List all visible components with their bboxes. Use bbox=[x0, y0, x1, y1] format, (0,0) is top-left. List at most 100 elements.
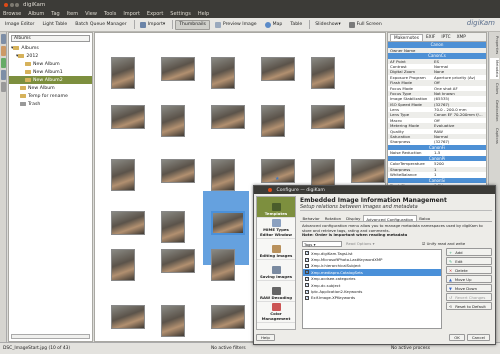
tree-item-new-album-root[interactable]: New Album bbox=[9, 84, 92, 92]
config-page-color[interactable]: Color Management bbox=[257, 302, 295, 323]
tree-item-temp-for-rename[interactable]: Temp for rename bbox=[9, 92, 92, 100]
photo-thumbnail[interactable] bbox=[161, 305, 185, 337]
menu-browse[interactable]: Browse bbox=[3, 11, 21, 17]
photo-thumbnail[interactable] bbox=[261, 57, 295, 81]
reset-default-button[interactable]: ⟲ Reset to Default bbox=[446, 302, 492, 310]
config-page-mime-types[interactable]: MIME Types Editor Window bbox=[257, 218, 295, 239]
image-editor-button[interactable]: Image Editor bbox=[2, 20, 37, 30]
namespace-checkbox[interactable]: ✓ bbox=[305, 270, 309, 275]
photo-thumbnail[interactable] bbox=[211, 159, 235, 191]
tags-tab-icon[interactable] bbox=[1, 46, 6, 56]
menu-view[interactable]: View bbox=[85, 11, 97, 17]
tab-advanced-configuration[interactable]: Advanced Configuration bbox=[362, 215, 417, 222]
menu-tag[interactable]: Tag bbox=[51, 11, 59, 17]
revert-changes-button[interactable]: ↺ Revert Changes bbox=[446, 293, 492, 301]
tab-captions[interactable]: Captions bbox=[490, 126, 499, 146]
config-page-editing[interactable]: Editing Images bbox=[257, 239, 295, 260]
tab-baloo[interactable]: Baloo bbox=[417, 215, 433, 221]
menu-import[interactable]: Import bbox=[123, 11, 140, 17]
photo-thumbnail[interactable] bbox=[211, 305, 245, 329]
photo-thumbnail[interactable] bbox=[211, 249, 235, 281]
photo-thumbnail[interactable] bbox=[161, 57, 195, 81]
menu-help[interactable]: Help bbox=[198, 11, 209, 17]
batch-queue-button[interactable]: Batch Queue Manager bbox=[72, 20, 129, 30]
dialog-close-icon[interactable] bbox=[268, 188, 272, 192]
photo-thumbnail[interactable] bbox=[161, 249, 195, 273]
import-button[interactable]: Import ▾ bbox=[137, 20, 169, 30]
photo-thumbnail[interactable] bbox=[111, 249, 135, 281]
menu-settings[interactable]: Settings bbox=[170, 11, 191, 17]
help-button[interactable]: Help bbox=[256, 333, 275, 341]
tree-item-new-album2[interactable]: New Album2 bbox=[9, 76, 92, 84]
photo-thumbnail[interactable] bbox=[161, 159, 195, 183]
tab-geolocation[interactable]: Geolocation bbox=[490, 98, 499, 123]
photo-thumbnail[interactable] bbox=[211, 105, 245, 129]
album-selector[interactable]: Albums bbox=[11, 35, 90, 42]
namespace-checkbox[interactable]: ✓ bbox=[305, 283, 309, 288]
subtab-xmp[interactable]: XMP bbox=[454, 34, 469, 41]
tree-item-new-album1[interactable]: New Album1 bbox=[9, 68, 92, 76]
map-button[interactable]: Map bbox=[262, 20, 286, 30]
delete-button[interactable]: ✕ Delete bbox=[446, 266, 492, 274]
minimize-window-icon[interactable] bbox=[9, 3, 14, 7]
menu-item[interactable]: Item bbox=[67, 11, 78, 17]
menu-album[interactable]: Album bbox=[28, 11, 44, 17]
metadata-row[interactable]: WhiteBalance 1 bbox=[388, 172, 486, 178]
tree-item-2012[interactable]: ▾ 2012 bbox=[9, 52, 92, 60]
namespace-type-select[interactable]: Tags ▾ bbox=[302, 241, 342, 247]
photo-thumbnail[interactable] bbox=[111, 57, 135, 89]
fullscreen-button[interactable]: Full Screen bbox=[346, 20, 385, 30]
timeline-tab-icon[interactable] bbox=[1, 70, 6, 80]
preview-button[interactable]: Preview Image bbox=[212, 20, 260, 30]
namespace-checkbox[interactable]: ✓ bbox=[305, 257, 309, 262]
rating-star-icon[interactable]: ★ bbox=[275, 176, 279, 182]
menu-export[interactable]: Export bbox=[147, 11, 163, 17]
tree-item-trash[interactable]: Trash bbox=[9, 100, 92, 108]
maximize-window-icon[interactable] bbox=[15, 3, 19, 7]
namespace-checkbox[interactable]: ✓ bbox=[305, 276, 309, 281]
subtab-exif[interactable]: EXIF bbox=[423, 34, 438, 41]
tree-item-albums[interactable]: ▾ Albums bbox=[9, 44, 92, 52]
photo-thumbnail[interactable] bbox=[111, 159, 135, 191]
photo-thumbnail[interactable] bbox=[111, 105, 145, 129]
tab-display[interactable]: Display bbox=[344, 215, 363, 221]
tree-item-new-album[interactable]: New Album bbox=[9, 60, 92, 68]
subtab-iptc[interactable]: IPTC bbox=[438, 34, 453, 41]
read-options-select[interactable]: Read Options ▾ bbox=[346, 241, 376, 247]
namespace-checkbox[interactable]: ✓ bbox=[305, 251, 309, 256]
subtab-makernotes[interactable]: Makernotes bbox=[390, 34, 423, 41]
namespace-checkbox[interactable]: ✓ bbox=[305, 289, 309, 294]
edit-button[interactable]: ✎ Edit bbox=[446, 257, 492, 265]
photo-thumbnail[interactable] bbox=[351, 159, 385, 183]
tab-behavior[interactable]: Behavior bbox=[300, 215, 322, 221]
photo-thumbnail[interactable] bbox=[161, 211, 185, 243]
move-down-button[interactable]: ▼ Move Down bbox=[446, 284, 492, 292]
namespace-checkbox[interactable]: ✓ bbox=[305, 263, 309, 268]
thumbnails-button[interactable]: Thumbnails bbox=[175, 19, 210, 30]
photo-thumbnail[interactable] bbox=[111, 305, 145, 329]
config-page-raw[interactable]: RAW Decoding bbox=[257, 281, 295, 302]
photo-thumbnail[interactable] bbox=[211, 211, 245, 235]
photo-thumbnail[interactable] bbox=[261, 105, 285, 137]
tree-search-bar[interactable] bbox=[11, 334, 90, 339]
light-table-button[interactable]: Light Table bbox=[39, 20, 70, 30]
namespace-checkbox[interactable]: ✓ bbox=[305, 295, 309, 300]
photo-thumbnail[interactable] bbox=[211, 57, 235, 89]
albums-tab-icon[interactable] bbox=[1, 34, 6, 44]
search-tab-icon[interactable] bbox=[1, 58, 6, 68]
photo-thumbnail[interactable] bbox=[311, 57, 335, 89]
ok-button[interactable]: OK bbox=[449, 333, 465, 341]
menu-tools[interactable]: Tools bbox=[104, 11, 116, 17]
move-up-button[interactable]: ▲ Move Up bbox=[446, 275, 492, 283]
photo-thumbnail[interactable] bbox=[161, 105, 185, 137]
config-page-saving[interactable]: Saving Images bbox=[257, 260, 295, 281]
tab-colors[interactable]: Colors bbox=[490, 81, 499, 96]
config-page-templates[interactable]: Templates bbox=[257, 197, 295, 218]
slideshow-button[interactable]: Slideshow ▾ bbox=[312, 20, 343, 30]
unify-read-write-checkbox[interactable]: ☑ Unify read and write bbox=[422, 241, 465, 247]
cancel-button[interactable]: Cancel bbox=[466, 333, 490, 341]
fuzzy-search-tab-icon[interactable] bbox=[1, 82, 6, 92]
photo-thumbnail[interactable] bbox=[111, 211, 145, 235]
close-window-icon[interactable] bbox=[4, 3, 8, 7]
tab-properties[interactable]: Properties bbox=[490, 34, 499, 56]
